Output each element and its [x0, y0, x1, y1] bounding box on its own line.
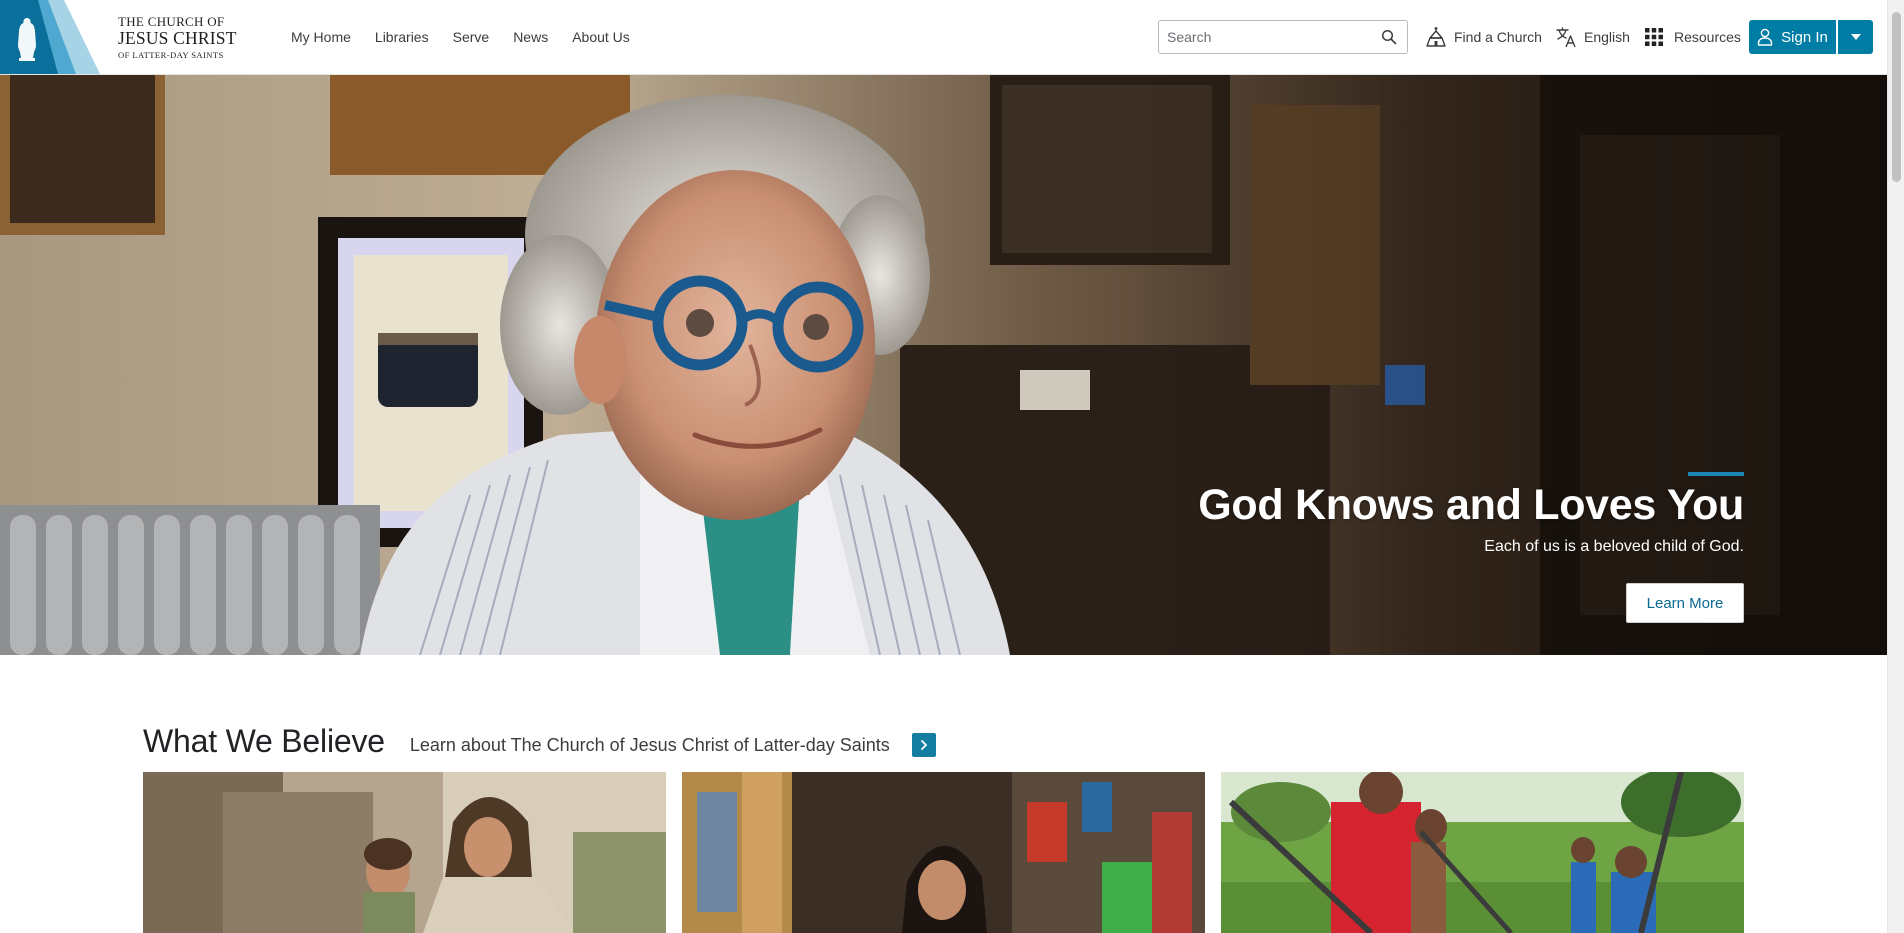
hero-accent-bar: [1688, 472, 1744, 476]
nav-my-home[interactable]: My Home: [291, 29, 351, 45]
section-next-button[interactable]: [911, 733, 936, 757]
learn-more-button[interactable]: Learn More: [1626, 583, 1744, 623]
nav-about-us[interactable]: About Us: [572, 29, 630, 45]
logo-line-3: OF LATTER-DAY SAINTS: [118, 49, 224, 60]
sign-in-dropdown-button[interactable]: [1838, 20, 1873, 54]
nav-news[interactable]: News: [513, 29, 548, 45]
grid-icon: [1645, 28, 1663, 46]
hero-image: [0, 75, 1887, 655]
card-image-christ-with-child: [143, 772, 666, 933]
chevron-right-icon: [920, 740, 927, 750]
belief-card-family[interactable]: [682, 772, 1205, 933]
page-scrollbar[interactable]: [1887, 0, 1904, 933]
scrollbar-thumb[interactable]: [1892, 12, 1901, 182]
hero-subtitle: Each of us is a beloved child of God.: [1484, 538, 1744, 555]
hero-banner: God Knows and Loves You Each of us is a …: [0, 75, 1887, 655]
church-logo[interactable]: THE CHURCH OF JESUS CHRIST OF LATTER-DAY…: [0, 0, 245, 75]
search-box: [1158, 20, 1408, 54]
main-nav: My Home Libraries Serve News About Us: [291, 0, 654, 74]
logo-wordmark: THE CHURCH OF JESUS CHRIST OF LATTER-DAY…: [118, 15, 237, 59]
language-label: English: [1584, 29, 1630, 45]
language-selector[interactable]: English: [1555, 0, 1630, 74]
resources-label: Resources: [1674, 29, 1741, 45]
sign-in-group: Sign In: [1749, 20, 1873, 54]
belief-card-christ[interactable]: [143, 772, 666, 933]
section-title: What We Believe: [143, 722, 385, 759]
belief-cards: [143, 772, 1744, 933]
section-subtitle-link[interactable]: Learn about The Church of Jesus Christ o…: [410, 735, 890, 756]
logo-line-2: JESUS CHRIST: [118, 28, 237, 48]
find-church-link[interactable]: Find a Church: [1425, 0, 1542, 74]
sign-in-label: Sign In: [1781, 28, 1828, 46]
belief-card-service[interactable]: [1221, 772, 1744, 933]
site-header: THE CHURCH OF JESUS CHRIST OF LATTER-DAY…: [0, 0, 1887, 75]
hero-title: God Knows and Loves You: [1198, 481, 1744, 529]
search-input[interactable]: [1167, 22, 1367, 52]
user-icon: [1757, 28, 1773, 46]
card-image-service-garden: [1221, 772, 1744, 933]
nav-serve[interactable]: Serve: [453, 29, 490, 45]
translate-icon: [1556, 27, 1576, 48]
what-we-believe-header: What We Believe Learn about The Church o…: [143, 718, 936, 764]
sign-in-button[interactable]: Sign In: [1749, 20, 1836, 54]
nav-libraries[interactable]: Libraries: [375, 29, 429, 45]
logo-line-1: THE CHURCH OF: [118, 14, 225, 29]
logo-emblem: [0, 0, 100, 74]
caret-down-icon: [1850, 34, 1861, 40]
church-icon: [1426, 27, 1446, 47]
resources-menu[interactable]: Resources: [1645, 0, 1741, 74]
find-church-label: Find a Church: [1454, 29, 1542, 45]
card-image-market-girl: [682, 772, 1205, 933]
search-icon[interactable]: [1381, 29, 1397, 45]
